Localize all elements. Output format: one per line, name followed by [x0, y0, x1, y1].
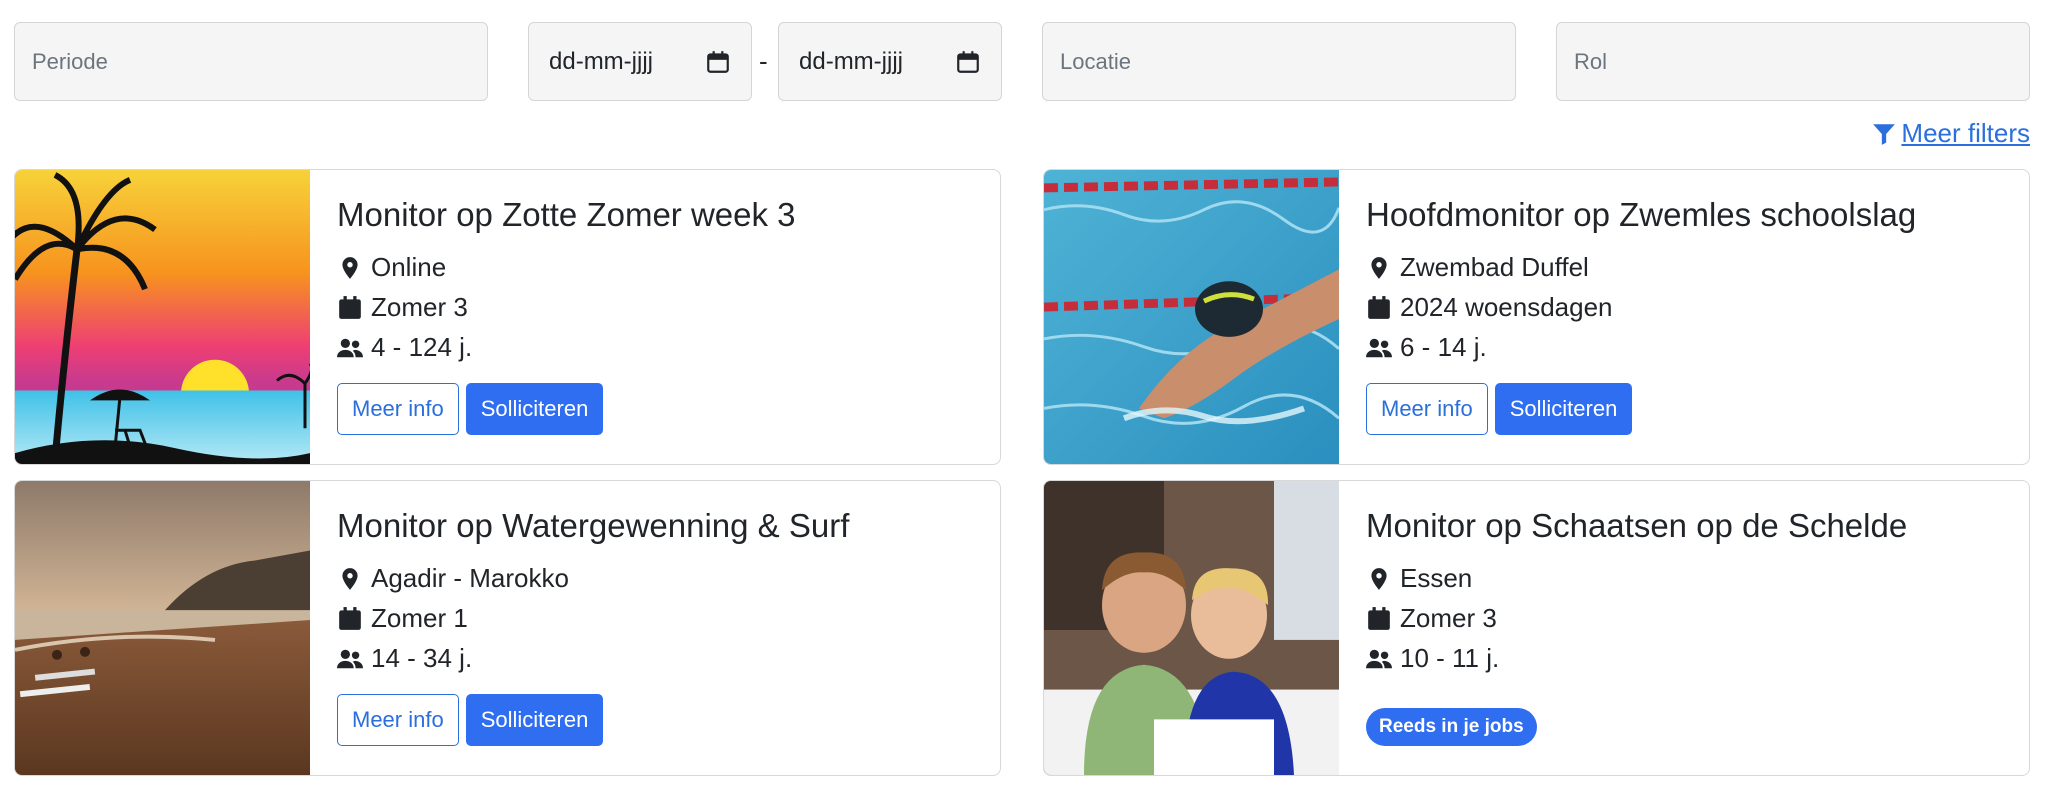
job-ages-text: 10 - 11 j.: [1400, 643, 1500, 674]
date-to-input[interactable]: dd-mm-jjjj: [778, 22, 1002, 101]
job-title: Monitor op Schaatsen op de Schelde: [1366, 507, 1908, 544]
job-ages: 6 - 14 j.: [1366, 328, 2029, 368]
map-pin-icon: [1371, 568, 1387, 590]
job-ages: 10 - 11 j.: [1366, 639, 2029, 679]
job-location-text: Zwembad Duffel: [1400, 252, 1589, 283]
job-location: Agadir - Marokko: [337, 559, 1000, 599]
job-period: Zomer 3: [1366, 599, 2029, 639]
date-separator: -: [759, 46, 768, 76]
users-icon: [1366, 649, 1392, 669]
job-period: Zomer 1: [337, 599, 1000, 639]
job-card: Monitor op Watergewenning & Surf Agadir …: [14, 480, 1001, 776]
job-card: Monitor op Schaatsen op de Schelde Essen…: [1043, 480, 2030, 776]
date-to-value: dd-mm-jjjj: [799, 47, 903, 75]
already-applied-badge: Reeds in je jobs: [1366, 707, 1537, 746]
more-filters-label: Meer filters: [1901, 118, 2030, 148]
job-location-text: Online: [371, 252, 447, 283]
calendar-icon: [339, 607, 361, 630]
map-pin-icon: [1371, 257, 1387, 279]
job-ages: 4 - 124 j.: [337, 328, 1000, 368]
apply-button[interactable]: Solliciteren: [465, 693, 604, 746]
job-period-text: 2024 woensdagen: [1400, 292, 1613, 323]
apply-button[interactable]: Solliciteren: [1494, 382, 1633, 435]
job-period-text: Zomer 3: [1400, 603, 1497, 634]
job-image-swimmer: [1044, 170, 1339, 464]
rol-input[interactable]: Rol: [1556, 22, 2030, 101]
locatie-placeholder: Locatie: [1060, 48, 1131, 74]
job-ages-text: 14 - 34 j.: [371, 643, 473, 674]
more-info-button[interactable]: Meer info: [337, 693, 459, 746]
users-icon: [337, 649, 363, 669]
more-info-button[interactable]: Meer info: [1366, 382, 1488, 435]
map-pin-icon: [342, 568, 358, 590]
job-ages: 14 - 34 j.: [337, 639, 1000, 679]
filter-icon: [1873, 123, 1896, 145]
users-icon: [337, 338, 363, 358]
job-period: 2024 woensdagen: [1366, 288, 2029, 328]
map-pin-icon: [342, 257, 358, 279]
job-title: Hoofdmonitor op Zwemles schoolslag: [1366, 196, 1917, 233]
apply-button[interactable]: Solliciteren: [465, 382, 604, 435]
more-filters-link[interactable]: Meer filters: [1871, 118, 2030, 149]
periode-input[interactable]: Periode: [14, 22, 488, 101]
job-location: Essen: [1366, 559, 2029, 599]
date-from-input[interactable]: dd-mm-jjjj: [528, 22, 752, 101]
periode-placeholder: Periode: [32, 48, 108, 74]
job-title: Monitor op Watergewenning & Surf: [337, 507, 850, 544]
job-ages-text: 6 - 14 j.: [1400, 332, 1487, 363]
job-card: Hoofdmonitor op Zwemles schoolslag Zwemb…: [1043, 169, 2030, 465]
rol-placeholder: Rol: [1574, 48, 1608, 74]
job-period-text: Zomer 1: [371, 603, 468, 634]
calendar-icon[interactable]: [955, 49, 981, 75]
job-image-kids: [1044, 481, 1339, 775]
job-image-beach-sunset: [15, 170, 310, 464]
calendar-icon: [1368, 607, 1390, 630]
job-location-text: Essen: [1400, 563, 1473, 594]
job-image-beach-coast: [15, 481, 310, 775]
job-period: Zomer 3: [337, 288, 1000, 328]
job-location: Online: [337, 248, 1000, 288]
more-info-button[interactable]: Meer info: [337, 382, 459, 435]
job-title: Monitor op Zotte Zomer week 3: [337, 196, 796, 233]
users-icon: [1366, 338, 1392, 358]
job-location-text: Agadir - Marokko: [371, 563, 569, 594]
date-from-value: dd-mm-jjjj: [549, 47, 653, 75]
job-ages-text: 4 - 124 j.: [371, 332, 473, 363]
locatie-input[interactable]: Locatie: [1042, 22, 1516, 101]
job-location: Zwembad Duffel: [1366, 248, 2029, 288]
calendar-icon[interactable]: [705, 49, 731, 75]
calendar-icon: [339, 296, 361, 319]
job-period-text: Zomer 3: [371, 292, 468, 323]
job-card: Monitor op Zotte Zomer week 3 Online Zom…: [14, 169, 1001, 465]
calendar-icon: [1368, 296, 1390, 319]
